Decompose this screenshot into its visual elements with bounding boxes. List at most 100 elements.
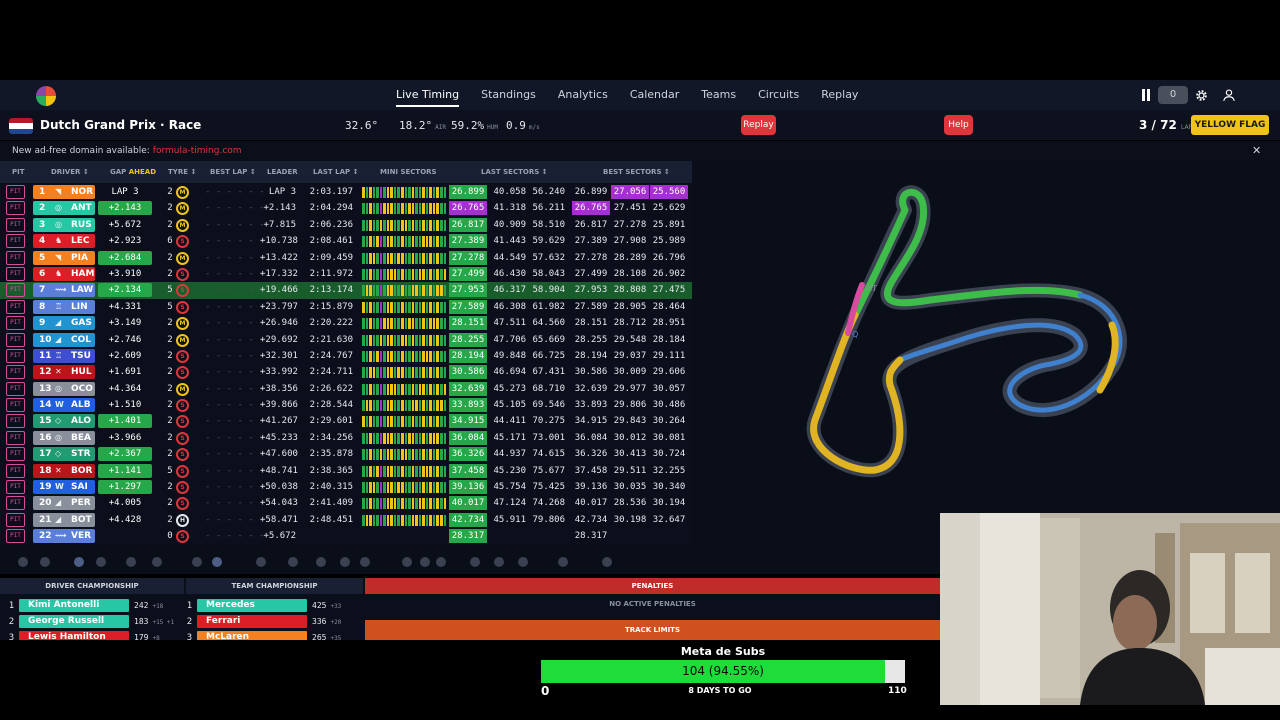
gap-value: +2.684 (98, 250, 152, 265)
driver-code: PER (71, 498, 91, 509)
driver-badge[interactable]: 6 ♞ HAM (33, 266, 95, 281)
table-row[interactable]: PIT 2 ◎ ANT +2.143 2 M - - - - - - +2.143 2:04.29… (0, 200, 692, 216)
standings-position: 3 (8, 633, 15, 640)
table-row[interactable]: PIT 4 ♞ LEC +2.923 6 S - - - - - - +10.738 2:08.4… (0, 233, 692, 249)
table-row[interactable]: PIT 14 W ALB +1.510 2 S - - - - - - +39.866 2:28.… (0, 397, 692, 413)
table-row[interactable]: PIT 18 ✕ BOR +1.141 5 S - - - - - - +48.741 2:38.… (0, 463, 692, 479)
pause-icon[interactable] (1141, 89, 1151, 101)
best-sector-1: 40.017 (574, 498, 608, 509)
driver-badge[interactable]: 16 ◎ BEA (33, 430, 95, 445)
position: 3 (39, 219, 46, 230)
leader-gap: +26.946 (260, 318, 298, 329)
table-row[interactable]: PIT 3 ◎ RUS +5.672 2 M - - - - - - +7.815 2:06.23… (0, 217, 692, 233)
best-sector-1: 30.586 (574, 367, 608, 378)
header-tyre[interactable]: TYRE ↕ (168, 168, 196, 176)
replay-timeline[interactable] (0, 550, 940, 574)
table-row[interactable]: PIT 21 ◢ BOT +4.428 2 H - - - - - - +58.471 2:48.… (0, 512, 692, 528)
driver-badge[interactable]: 18 ✕ BOR (33, 463, 95, 478)
best-sector-1: 27.589 (574, 301, 608, 312)
driver-badge[interactable]: 22 ⟿ VER (33, 529, 95, 544)
best-sector-2: 30.035 (613, 482, 647, 493)
team-icon: ◎ (55, 432, 62, 442)
leader-gap: +17.332 (260, 268, 298, 279)
driver-badge[interactable]: 3 ◎ RUS (33, 217, 95, 232)
best-sector-1: 39.136 (574, 482, 608, 493)
driver-badge[interactable]: 2 ◎ ANT (33, 201, 95, 216)
table-row[interactable]: PIT 7 ⟿ LAW +2.134 5 S - - - - - - +19.466 2:13.1… (0, 282, 692, 299)
table-row[interactable]: PIT 13 ◎ OCO +4.364 2 M - - - - - - +38.356 2:26.… (0, 381, 692, 397)
best-sector-1: 27.278 (574, 252, 608, 263)
team-icon: ◥ (55, 187, 62, 196)
header-driver[interactable]: DRIVER ↕ (51, 168, 89, 176)
table-row[interactable]: PIT 22 ⟿ VER 0 S - - - - - - +5.672 28.317 28.317 (0, 528, 692, 544)
driver-badge[interactable]: 1 ◥ NOR (33, 185, 95, 199)
delay-input[interactable]: 0 (1158, 86, 1188, 104)
header-best-sectors[interactable]: BEST SECTORS ↕ (603, 168, 670, 176)
nav-calendar[interactable]: Calendar (619, 80, 690, 110)
header-gap[interactable]: GAP AHEAD (110, 168, 156, 176)
replay-button[interactable]: Replay (741, 115, 776, 135)
nav-analytics[interactable]: Analytics (547, 80, 619, 110)
table-row[interactable]: PIT 8 ♖ LIN +4.331 5 S - - - - - - +23.797 2:15.8… (0, 299, 692, 315)
leader-gap: +2.143 (263, 203, 296, 214)
table-row[interactable]: PIT 19 W SAI +1.297 2 S - - - - - - +50.038 2:40.… (0, 479, 692, 495)
driver-badge[interactable]: 8 ♖ LIN (33, 299, 95, 314)
best-sector-1: 27.499 (574, 268, 608, 279)
driver-badge[interactable]: 9 ◢ GAS (33, 316, 95, 331)
standings-points: 265 +35 (312, 633, 342, 640)
last-sector-1: 39.136 (449, 480, 487, 495)
best-sector-1: 32.639 (574, 383, 608, 394)
driver-badge[interactable]: 20 ◢ PER (33, 496, 95, 511)
table-row[interactable]: PIT 17 ◇ STR +2.367 2 S - - - - - - +47.600 2:35.… (0, 446, 692, 462)
driver-badge[interactable]: 21 ◢ BOT (33, 512, 95, 527)
last-lap: 2:24.711 (309, 367, 353, 378)
table-row[interactable]: PIT 20 ◢ PER +4.005 2 S - - - - - - +54.043 2:41.… (0, 495, 692, 511)
driver-code: NOR (71, 187, 94, 197)
driver-badge[interactable]: 15 ◇ ALO (33, 414, 95, 429)
driver-badge[interactable]: 14 W ALB (33, 398, 95, 413)
driver-badge[interactable]: 11 ♖ TSU (33, 348, 95, 363)
nav-standings[interactable]: Standings (470, 80, 547, 110)
driver-badge[interactable]: 7 ⟿ LAW (33, 283, 95, 298)
driver-badge[interactable]: 12 ✕ HUL (33, 365, 95, 380)
help-button[interactable]: Help (944, 115, 973, 135)
table-header: PIT DRIVER ↕ GAP AHEAD TYRE ↕ BEST LAP ↕… (0, 161, 692, 183)
notice-link[interactable]: formula-timing.com (153, 146, 242, 156)
driver-badge[interactable]: 5 ◥ PIA (33, 250, 95, 265)
user-icon[interactable] (1222, 88, 1236, 102)
last-sector-1: 27.953 (449, 283, 487, 298)
position: 20 (39, 498, 52, 509)
last-sector-1: 42.734 (449, 512, 487, 527)
table-row[interactable]: PIT 9 ◢ GAS +3.149 2 M - - - - - - +26.946 2:20.2… (0, 315, 692, 331)
driver-badge[interactable]: 13 ◎ OCO (33, 381, 95, 396)
team-icon: ◢ (55, 334, 62, 344)
driver-badge[interactable]: 4 ♞ LEC (33, 234, 95, 249)
driver-badge[interactable]: 17 ◇ STR (33, 447, 95, 462)
best-sector-1: 26.817 (574, 219, 608, 230)
table-row[interactable]: PIT 5 ◥ PIA +2.684 2 M - - - - - - +13.422 2:09.4… (0, 250, 692, 266)
best-lap: - - - - - - (205, 268, 265, 279)
driver-badge[interactable]: 19 W SAI (33, 480, 95, 495)
table-row[interactable]: PIT 10 ◢ COL +2.746 2 M - - - - - - +29.692 2:21.… (0, 332, 692, 348)
table-row[interactable]: PIT 12 ✕ HUL +1.691 2 S - - - - - - +33.992 2:24.… (0, 364, 692, 380)
subs-min: 0 (541, 684, 550, 698)
close-icon[interactable]: ✕ (1252, 144, 1261, 157)
driver-badge[interactable]: 10 ◢ COL (33, 332, 95, 347)
header-last-sectors[interactable]: LAST SECTORS ↕ (481, 168, 548, 176)
nav-teams[interactable]: Teams (690, 80, 747, 110)
table-row[interactable]: PIT 6 ♞ HAM +3.910 2 S - - - - - - +17.332 2:11.9… (0, 266, 692, 282)
best-sector-3: 30.486 (652, 400, 686, 411)
table-row[interactable]: PIT 16 ◎ BEA +3.966 2 S - - - - - - +45.233 2:34.… (0, 430, 692, 446)
header-last-lap[interactable]: LAST LAP ↕ (313, 168, 358, 176)
nav-circuits[interactable]: Circuits (747, 80, 810, 110)
table-row[interactable]: PIT 1 ◥ NOR LAP 32M- - - - - - LAP 3 2:03.197 2… (0, 184, 692, 200)
table-row[interactable]: PIT 11 ♖ TSU +2.609 2 S - - - - - - +32.301 2:24.… (0, 348, 692, 364)
app-logo[interactable] (36, 86, 56, 106)
nav-live-timing[interactable]: Live Timing (385, 80, 470, 110)
nav-replay[interactable]: Replay (810, 80, 869, 110)
gear-icon[interactable] (1194, 88, 1209, 103)
table-row[interactable]: PIT 15 ◇ ALO +1.401 2 S - - - - - - +41.267 2:29.… (0, 413, 692, 429)
header-best-lap[interactable]: BEST LAP ↕ (210, 168, 256, 176)
last-sector-3: 66.725 (532, 350, 565, 361)
standings-points: 179 +8 (134, 633, 160, 640)
